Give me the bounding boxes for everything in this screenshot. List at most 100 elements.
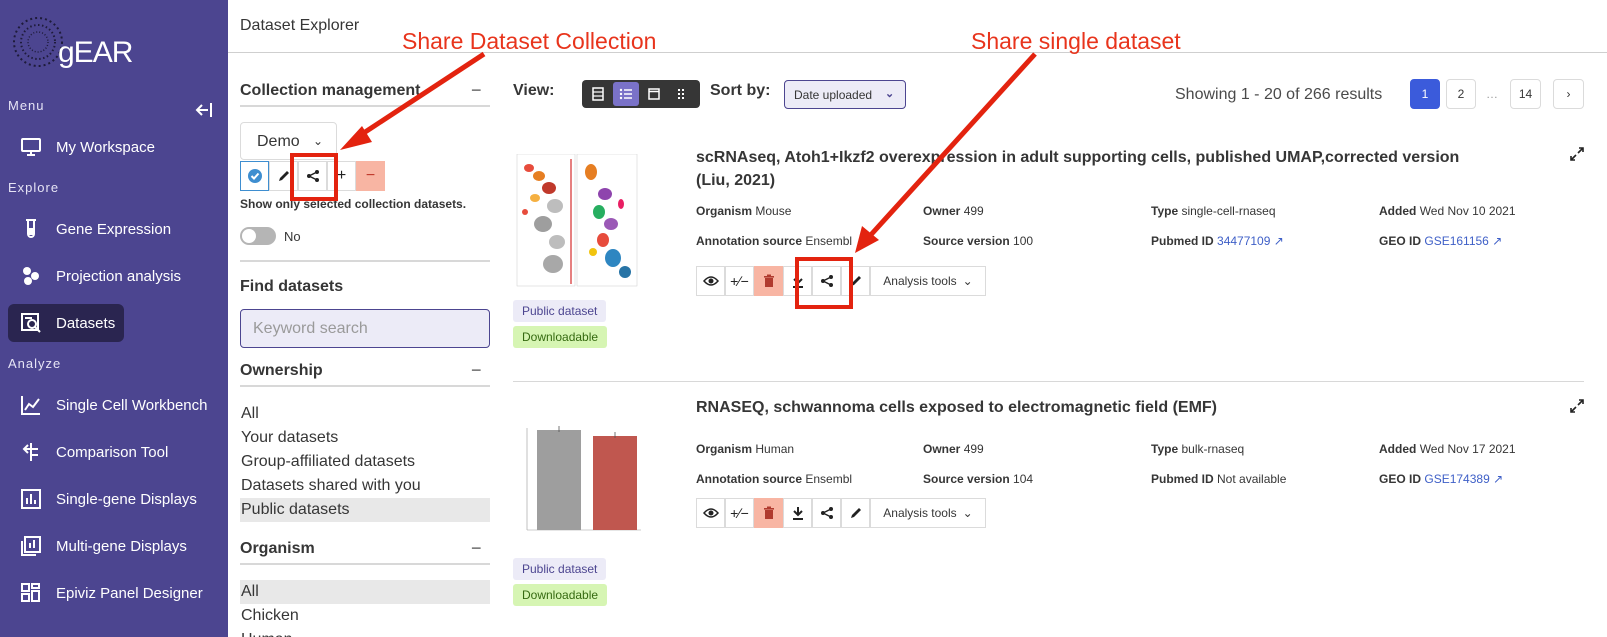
ownership-option-group[interactable]: Group-affiliated datasets — [240, 450, 490, 474]
dataset-thumbnail-bar-chart[interactable] — [513, 424, 643, 544]
list-view-icon — [619, 88, 632, 100]
divider — [240, 260, 490, 262]
sidebar-item-multi-gene-displays[interactable]: Multi-gene Displays — [8, 527, 222, 565]
geo-link[interactable]: GSE174389 — [1424, 472, 1489, 486]
meta-annotation-source: Annotation source Ensembl — [696, 472, 852, 486]
view-list-button[interactable] — [613, 82, 639, 106]
compare-arrows-icon — [20, 441, 42, 463]
ownership-option-public[interactable]: Public datasets — [240, 498, 490, 522]
eye-icon — [702, 508, 719, 518]
sidebar-item-label: Comparison Tool — [56, 444, 169, 461]
next-page-button[interactable]: › — [1553, 79, 1584, 109]
meta-label: Annotation source — [696, 234, 803, 248]
meta-label: Added — [1379, 442, 1417, 456]
delete-dataset-button[interactable] — [754, 498, 783, 528]
annotation-share-collection: Share Dataset Collection — [402, 28, 657, 54]
sidebar-item-single-gene-displays[interactable]: Single-gene Displays — [8, 480, 222, 518]
organism-option-human[interactable]: Human — [240, 628, 490, 637]
meta-value: bulk-rnaseq — [1181, 442, 1245, 456]
view-grid-button[interactable] — [669, 82, 695, 106]
sidebar-item-my-workspace[interactable]: My Workspace — [8, 128, 222, 166]
chevron-down-icon: ⌄ — [962, 506, 973, 520]
edit-dataset-button[interactable] — [841, 498, 870, 528]
pubmed-link[interactable]: 34477109 — [1217, 234, 1270, 248]
view-dataset-button[interactable] — [696, 498, 725, 528]
show-only-selected-toggle[interactable] — [240, 227, 276, 245]
section-menu: Menu — [8, 98, 45, 113]
select-collection-button[interactable] — [240, 161, 269, 191]
collapse-collection-icon[interactable]: − — [471, 80, 482, 101]
compare-dataset-button[interactable]: +∕− — [725, 498, 754, 528]
analysis-tools-dropdown[interactable]: Analysis tools ⌄ — [870, 266, 986, 296]
organism-option-chicken[interactable]: Chicken — [240, 604, 490, 628]
meta-label: GEO ID — [1379, 472, 1422, 486]
meta-annotation-source: Annotation source Ensembl — [696, 234, 852, 248]
organism-option-all[interactable]: All — [240, 580, 490, 604]
meta-organism: Organism Mouse — [696, 204, 791, 218]
meta-label: Source version — [923, 472, 1010, 486]
logo-text: gEAR — [58, 36, 133, 69]
geo-link[interactable]: GSE161156 — [1424, 234, 1489, 248]
sidebar-item-projection-analysis[interactable]: Projection analysis — [8, 257, 222, 295]
sidebar-item-gene-expression[interactable]: Gene Expression — [8, 210, 222, 248]
sidebar-item-comparison-tool[interactable]: Comparison Tool — [8, 433, 222, 471]
gear-logo[interactable]: gEAR — [4, 14, 133, 74]
view-single-button[interactable] — [641, 82, 667, 106]
ownership-option-your[interactable]: Your datasets — [240, 426, 490, 450]
collapse-ownership-icon[interactable]: − — [471, 360, 482, 381]
meta-label: Annotation source — [696, 472, 803, 486]
result-divider — [513, 381, 1584, 382]
tag-public-dataset: Public dataset — [513, 558, 607, 580]
sort-select[interactable]: Date uploaded ⌄ — [784, 80, 906, 109]
organism-title: Organism — [240, 540, 315, 557]
external-link-icon: ↗ — [1493, 472, 1504, 486]
dataset-thumbnail-umap[interactable] — [513, 154, 643, 294]
trash-icon — [763, 506, 774, 519]
meta-source-version: Source version 100 — [923, 234, 1033, 248]
page-1-button[interactable]: 1 — [1410, 79, 1440, 109]
sidebar-item-datasets[interactable]: Datasets — [8, 304, 124, 342]
dataset-title[interactable]: scRNAseq, Atoh1+Ikzf2 overexpression in … — [696, 146, 1496, 192]
view-dataset-button[interactable] — [696, 266, 725, 296]
collection-select-value: Demo — [257, 133, 300, 150]
download-dataset-button[interactable] — [783, 498, 812, 528]
keyword-search-input[interactable] — [240, 309, 490, 348]
expand-icon[interactable] — [1569, 398, 1585, 414]
compare-dataset-button[interactable]: +∕− — [725, 266, 754, 296]
analysis-tools-dropdown[interactable]: Analysis tools ⌄ — [870, 498, 986, 528]
meta-label: Organism — [696, 442, 753, 456]
expand-icon[interactable] — [1569, 146, 1585, 162]
collapse-organism-icon[interactable]: − — [471, 538, 482, 559]
ownership-option-shared[interactable]: Datasets shared with you — [240, 474, 490, 498]
check-circle-icon — [247, 169, 262, 183]
meta-source-version: Source version 104 — [923, 472, 1033, 486]
meta-label: Owner — [923, 204, 961, 218]
sidebar-item-label: Projection analysis — [56, 268, 182, 285]
dataset-title[interactable]: RNASEQ, schwannoma cells exposed to elec… — [696, 396, 1496, 419]
section-analyze: Analyze — [8, 356, 62, 371]
plus-minus-icon: +∕− — [730, 505, 749, 521]
sidebar-item-label: Gene Expression — [56, 221, 172, 238]
sort-label: Sort by: — [710, 82, 771, 99]
collapse-sidebar-icon[interactable] — [194, 100, 214, 120]
page-14-button[interactable]: 14 — [1510, 79, 1541, 109]
sidebar: gEAR Menu My Workspace Explore Gene Expr… — [0, 0, 228, 637]
ownership-option-all[interactable]: All — [240, 402, 490, 426]
view-table-button[interactable] — [585, 82, 611, 106]
page-2-button[interactable]: 2 — [1446, 79, 1476, 109]
sidebar-item-epiviz-panel-designer[interactable]: Epiviz Panel Designer — [8, 574, 222, 612]
tag-public-dataset: Public dataset — [513, 300, 607, 322]
meta-owner: Owner 499 — [923, 204, 984, 218]
meta-value: 499 — [963, 204, 984, 218]
sidebar-item-single-cell-workbench[interactable]: Single Cell Workbench — [8, 386, 222, 424]
chevron-down-icon: ⌄ — [962, 274, 973, 288]
meta-value: Wed Nov 10 2021 — [1419, 204, 1516, 218]
delete-dataset-button[interactable] — [754, 266, 783, 296]
share-dataset-button[interactable] — [812, 498, 841, 528]
dataset-result: RNASEQ, schwannoma cells exposed to elec… — [513, 399, 1593, 624]
meta-value: 499 — [963, 442, 984, 456]
bar-chart-icon — [20, 488, 42, 510]
divider — [240, 385, 490, 387]
delete-collection-button[interactable]: − — [356, 161, 385, 191]
sidebar-item-label: Multi-gene Displays — [56, 538, 187, 555]
